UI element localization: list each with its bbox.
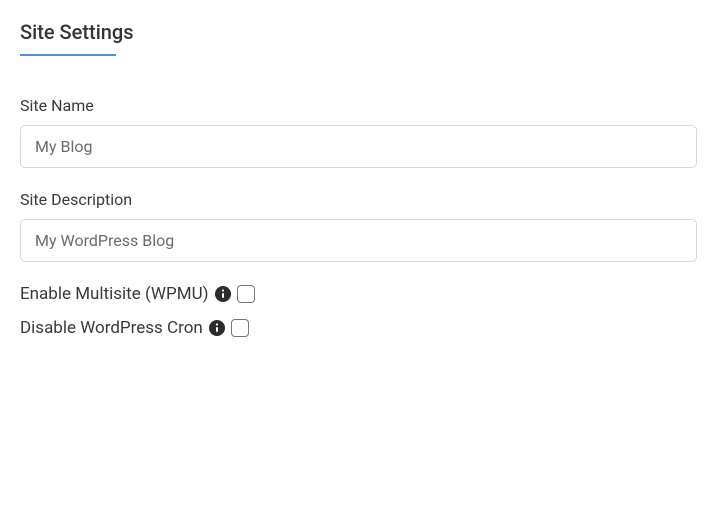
site-name-input[interactable] xyxy=(20,125,697,168)
site-description-input[interactable] xyxy=(20,219,697,262)
field-site-name: Site Name xyxy=(20,96,697,168)
disable-cron-label: Disable WordPress Cron xyxy=(20,318,203,338)
info-icon[interactable] xyxy=(209,320,225,336)
row-disable-cron: Disable WordPress Cron xyxy=(20,318,697,338)
field-site-description: Site Description xyxy=(20,190,697,262)
section-heading: Site Settings xyxy=(20,20,697,44)
enable-multisite-checkbox[interactable] xyxy=(237,285,255,303)
heading-underline xyxy=(20,54,116,56)
site-description-label: Site Description xyxy=(20,190,697,209)
info-icon[interactable] xyxy=(215,286,231,302)
row-enable-multisite: Enable Multisite (WPMU) xyxy=(20,284,697,304)
disable-cron-checkbox[interactable] xyxy=(231,319,249,337)
enable-multisite-label: Enable Multisite (WPMU) xyxy=(20,284,209,304)
site-name-label: Site Name xyxy=(20,96,697,115)
